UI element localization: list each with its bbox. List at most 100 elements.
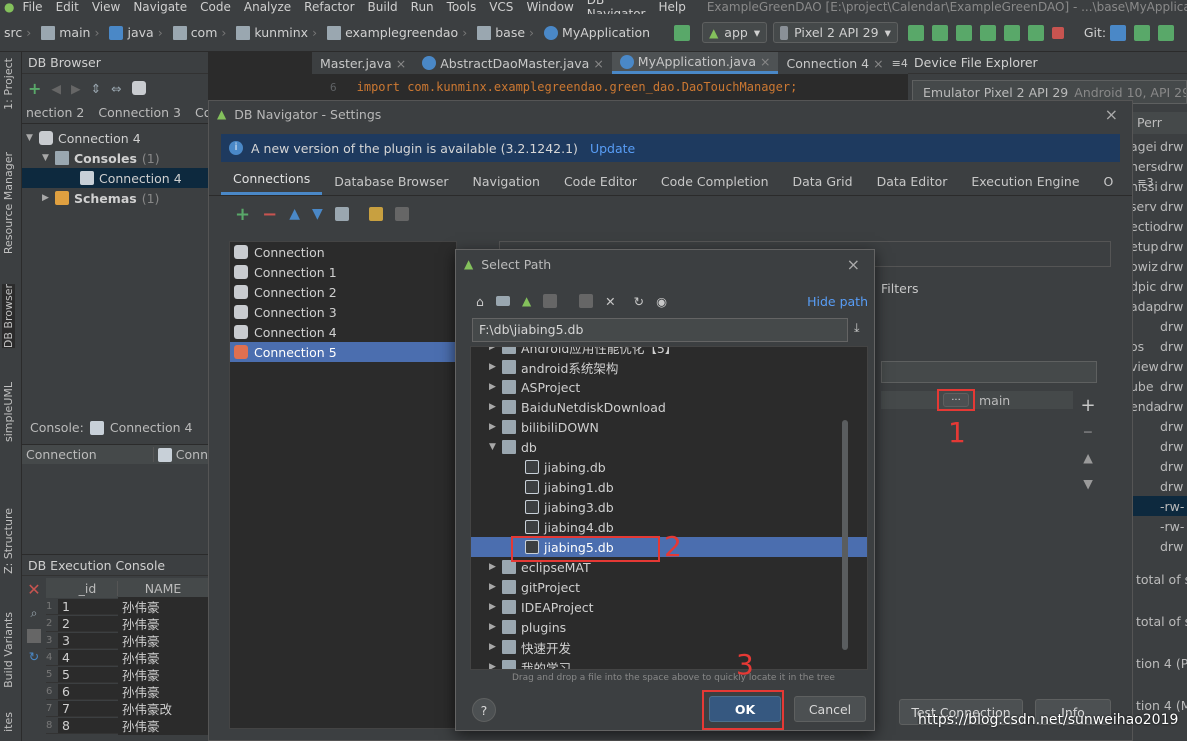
menu-analyze[interactable]: Analyze <box>244 0 291 14</box>
tab-connection-3[interactable]: Connection 3 <box>98 105 181 120</box>
move-down-icon[interactable]: ▼ <box>1077 471 1099 497</box>
menu-db-navigator[interactable]: DB Navigator <box>587 0 646 14</box>
chevron-right-icon[interactable]: ▶ <box>489 382 497 392</box>
chevron-right-icon[interactable]: ▶ <box>489 422 497 432</box>
tree-node-console-connection-4[interactable]: Connection 4 <box>22 168 208 188</box>
file-row[interactable]: drw <box>1130 436 1187 456</box>
folder-node[interactable]: ▶ ASProject <box>471 377 867 397</box>
breadcrumb-main[interactable]: main › <box>41 25 99 40</box>
file-row[interactable]: ube drw <box>1130 376 1187 396</box>
module-icon[interactable] <box>543 294 558 308</box>
delete-icon[interactable]: ✕ <box>605 294 615 309</box>
tree-scrollbar[interactable] <box>842 420 848 650</box>
file-row[interactable]: drw <box>1130 456 1187 476</box>
file-row[interactable]: etup drw <box>1130 236 1187 256</box>
file-row[interactable]: drw <box>1130 416 1187 436</box>
tab-navigation[interactable]: Navigation <box>461 174 552 195</box>
table-row[interactable]: 1 1 孙伟豪 <box>46 596 208 616</box>
move-down-icon[interactable]: ▼ <box>312 206 323 222</box>
tab-overflow-button[interactable]: ≡4 <box>892 57 908 70</box>
folder-node[interactable]: ▶ Android应用性能优化【5】 <box>471 347 867 357</box>
add-icon[interactable]: + <box>28 79 41 98</box>
editor-tab-master[interactable]: Master.java × <box>312 52 414 74</box>
hammer-icon[interactable] <box>674 24 691 41</box>
menu-navigate[interactable]: Navigate <box>133 0 187 14</box>
file-row[interactable]: drw <box>1130 316 1187 336</box>
file-row[interactable]: enda drw <box>1130 396 1187 416</box>
file-row[interactable]: dpic drw <box>1130 276 1187 296</box>
tab-data-grid[interactable]: Data Grid <box>781 174 865 195</box>
table-row[interactable]: 7 7 孙伟豪改 <box>46 698 208 718</box>
chevron-right-icon[interactable]: ▶ <box>489 347 497 352</box>
chevron-right-icon[interactable]: ▶ <box>489 622 497 632</box>
attach-debugger-icon[interactable] <box>1027 24 1044 41</box>
menu-run[interactable]: Run <box>411 0 434 14</box>
menu-refactor[interactable]: Refactor <box>304 0 354 14</box>
chevron-down-icon[interactable]: ▼ <box>489 442 497 452</box>
code-editor[interactable]: 6 import com.kunminx.examplegreendao.gre… <box>312 74 908 100</box>
connection-item[interactable]: Connection 3 <box>230 302 456 322</box>
tool-window-simpleuml[interactable]: simpleUML <box>2 382 15 442</box>
folder-node[interactable]: ▶ plugins <box>471 617 867 637</box>
run-config-select[interactable]: ▲ app ▾ <box>702 22 768 43</box>
connection-item[interactable]: Connection 4 <box>230 322 456 342</box>
breadcrumb-src[interactable]: src › <box>4 25 31 40</box>
home-icon[interactable]: ⌂ <box>476 294 484 309</box>
breadcrumb-examplegreendao[interactable]: examplegreendao › <box>327 25 467 40</box>
remove-file-icon[interactable]: − <box>1077 419 1099 445</box>
file-row[interactable]: os drw <box>1130 336 1187 356</box>
table-row[interactable]: 6 6 孙伟豪 <box>46 681 208 701</box>
tree-node-connection-4[interactable]: ▼ Connection 4 <box>22 128 208 148</box>
device-select[interactable]: Pixel 2 API 29 ▾ <box>773 22 898 43</box>
refresh-icon[interactable]: ↻ <box>22 649 46 664</box>
hide-path-link[interactable]: Hide path <box>807 294 868 309</box>
import-icon[interactable] <box>394 207 409 221</box>
folder-node[interactable]: ▶ 快速开发 <box>471 637 867 657</box>
database-icon[interactable] <box>131 81 146 95</box>
table-row[interactable]: 5 5 孙伟豪 <box>46 664 208 684</box>
folder-node[interactable]: ▶ android系统架构 <box>471 357 867 377</box>
close-icon[interactable]: × <box>873 56 883 71</box>
git-push-icon[interactable] <box>1158 24 1175 41</box>
tool-window-db-browser[interactable]: DB Browser <box>2 284 15 349</box>
file-row[interactable]: -rw- <box>1130 516 1187 536</box>
connection-item[interactable]: Connection 2 <box>230 282 456 302</box>
desktop-icon[interactable] <box>495 296 510 306</box>
menu-file[interactable]: File <box>22 0 42 14</box>
file-row[interactable]: drw <box>1130 476 1187 496</box>
show-hidden-icon[interactable]: ◉ <box>656 294 667 309</box>
cancel-button[interactable]: Cancel <box>794 696 866 722</box>
tree-node-schemas[interactable]: ▶ Schemas (1) <box>22 188 208 208</box>
tree-node-consoles[interactable]: ▼ Consoles (1) <box>22 148 208 168</box>
file-row[interactable]: ectio drw <box>1130 216 1187 236</box>
close-icon[interactable]: × <box>396 56 406 71</box>
menu-vcs[interactable]: VCS <box>489 0 513 14</box>
menu-code[interactable]: Code <box>200 0 231 14</box>
stop-icon[interactable] <box>1051 26 1064 39</box>
tabs-overflow-button[interactable]: ≡3 <box>1125 176 1165 195</box>
tab-code-editor[interactable]: Code Editor <box>552 174 649 195</box>
folder-node[interactable]: ▼ db <box>471 437 867 457</box>
tool-window-resource-manager[interactable]: Resource Manager <box>2 152 15 254</box>
chevron-right-icon[interactable]: ▶ <box>489 362 497 372</box>
git-update-icon[interactable] <box>1110 24 1127 41</box>
folder-node[interactable]: ▶ gitProject <box>471 577 867 597</box>
close-icon[interactable]: × <box>1105 105 1118 124</box>
file-row[interactable]: nersedrw <box>1130 156 1187 176</box>
file-node[interactable]: jiabing.db <box>471 457 867 477</box>
stop-icon[interactable] <box>27 629 41 643</box>
move-up-icon[interactable]: ▲ <box>289 206 300 222</box>
tool-window-favorites[interactable]: ites <box>2 712 15 732</box>
add-file-icon[interactable]: + <box>1077 393 1099 419</box>
file-row[interactable]: owiz drw <box>1130 256 1187 276</box>
tool-window-build-variants[interactable]: Build Variants <box>2 612 15 688</box>
update-link[interactable]: Update <box>590 141 635 156</box>
menu-window[interactable]: Window <box>526 0 573 14</box>
file-row[interactable]: serv drw <box>1130 196 1187 216</box>
tool-window-project[interactable]: 1: Project <box>2 58 15 110</box>
tab-code-completion[interactable]: Code Completion <box>649 174 781 195</box>
new-folder-icon[interactable] <box>579 294 594 308</box>
profile-icon[interactable] <box>1003 24 1020 41</box>
apply-code-changes-icon[interactable] <box>931 24 948 41</box>
folder-node[interactable]: ▶ BaiduNetdiskDownload <box>471 397 867 417</box>
